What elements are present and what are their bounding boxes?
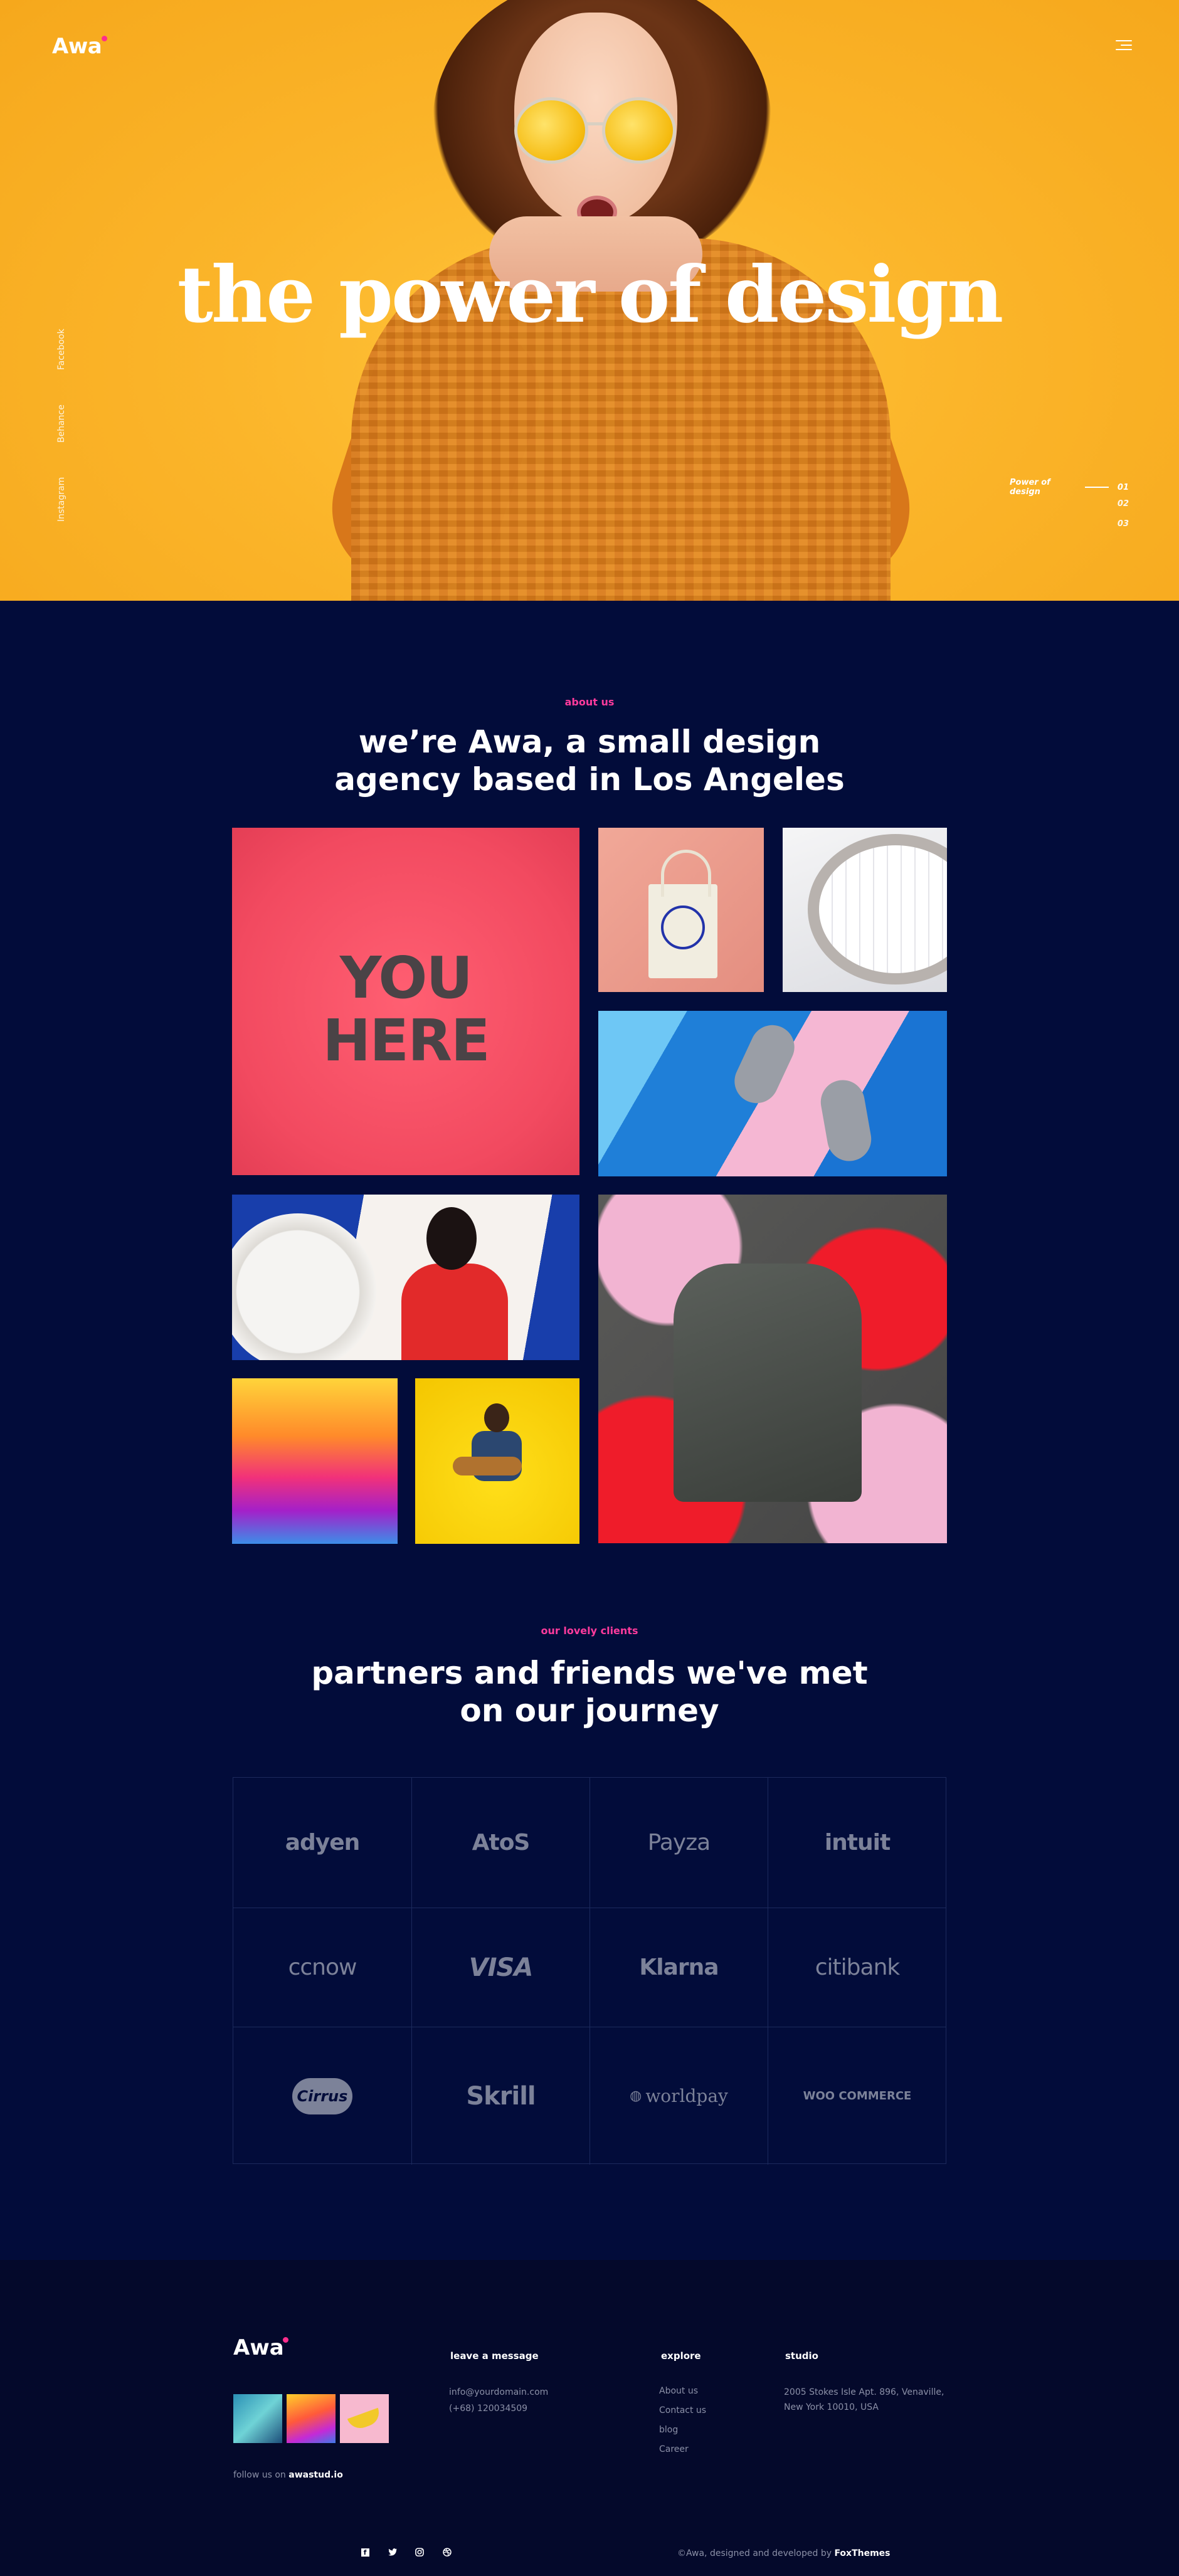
client-logo-visa[interactable]: VISA: [412, 1908, 590, 2027]
footer: [0, 2260, 1179, 2576]
about-title-line1: we’re Awa, a small design: [358, 724, 821, 760]
gallery-image-architecture[interactable]: [783, 828, 947, 992]
footer-link-career[interactable]: Career: [659, 2444, 689, 2454]
footer-link-contact[interactable]: Contact us: [659, 2405, 706, 2415]
about-label: about us: [564, 696, 615, 708]
social-link-instagram[interactable]: Instagram: [56, 477, 66, 522]
copyright-brand-link[interactable]: FoxThemes: [834, 2548, 890, 2558]
copyright: ©Awa, designed and developed by FoxTheme…: [677, 2548, 891, 2558]
slide-indicator[interactable]: 03: [1118, 519, 1129, 529]
footer-follow: follow us on awastud.io: [233, 2470, 343, 2480]
you-here-text: HERE: [322, 1007, 490, 1074]
client-logo-skrill[interactable]: Skrill: [412, 2027, 590, 2165]
footer-logo[interactable]: Awa: [233, 2335, 284, 2360]
hamburger-menu-icon[interactable]: [1116, 39, 1132, 51]
slide-active-line: [1085, 487, 1109, 488]
logo-dot: [102, 36, 107, 41]
client-logo-atos[interactable]: AtoS: [412, 1778, 590, 1908]
slide-number: 01: [1117, 482, 1129, 492]
footer-heading-message: leave a message: [450, 2350, 539, 2362]
gallery-image-frisbee[interactable]: [232, 1195, 579, 1360]
slide-number: 03: [1117, 519, 1129, 529]
client-logo-ccnow[interactable]: ccnow: [233, 1908, 412, 2027]
site-logo[interactable]: Awa: [52, 34, 102, 59]
footer-instagram-thumb[interactable]: [287, 2394, 336, 2443]
client-logo-worldpay[interactable]: ◍ worldpay: [590, 2027, 768, 2165]
slide-label: Power of design: [1010, 478, 1050, 497]
slide-number: 02: [1117, 499, 1129, 509]
client-logo-cirrus[interactable]: Cirrus: [233, 2027, 412, 2165]
dribbble-icon[interactable]: [441, 2547, 453, 2558]
hero-title: the power of design: [177, 250, 1004, 340]
twitter-icon[interactable]: [387, 2547, 398, 2558]
about-title-line2: agency based in Los Angeles: [334, 761, 845, 798]
client-logo-payza[interactable]: Payza: [590, 1778, 768, 1908]
you-here-text: YOU: [339, 944, 473, 1011]
client-logo-adyen[interactable]: adyen: [233, 1778, 412, 1908]
footer-email[interactable]: info@yourdomain.com: [449, 2387, 548, 2397]
gallery-image-jacket[interactable]: [598, 1195, 947, 1543]
worldpay-globe-icon: ◍: [630, 2088, 642, 2104]
gallery-image-socks[interactable]: [598, 1011, 947, 1176]
gallery-image-tote-bag[interactable]: [598, 828, 764, 992]
logo-dot: [283, 2337, 288, 2343]
footer-link-blog[interactable]: blog: [659, 2425, 678, 2435]
gallery-image-you-here[interactable]: YOU HERE: [232, 828, 579, 1175]
client-logo-klarna[interactable]: Klarna: [590, 1908, 768, 2027]
gallery-image-guitarist[interactable]: [415, 1378, 579, 1544]
hero-image-sunglasses: [514, 97, 588, 164]
instagram-icon[interactable]: [414, 2547, 425, 2558]
social-link-behance[interactable]: Behance: [56, 404, 66, 443]
client-logo-intuit[interactable]: intuit: [768, 1778, 946, 1908]
footer-phone[interactable]: (+68) 120034509: [449, 2404, 527, 2414]
social-link-facebook[interactable]: Facebook: [56, 329, 66, 370]
footer-address-line2: New York 10010, USA: [784, 2402, 879, 2412]
slide-indicator-active[interactable]: Power of design 01: [1010, 478, 1129, 497]
hero-image-sunglasses: [602, 97, 676, 164]
clients-title-line2: on our journey: [460, 1692, 719, 1729]
slide-indicator[interactable]: 02: [1118, 499, 1129, 509]
clients-title-line1: partners and friends we've met: [311, 1655, 868, 1691]
hero-image-glasses-bridge: [586, 122, 605, 125]
facebook-icon[interactable]: f: [359, 2547, 371, 2558]
footer-heading-explore: explore: [661, 2350, 701, 2362]
footer-instagram-thumb[interactable]: [233, 2394, 282, 2443]
footer-instagram-thumb[interactable]: [340, 2394, 389, 2443]
client-logo-woocommerce[interactable]: WOO COMMERCE: [768, 2027, 946, 2165]
client-logo-citibank[interactable]: citibank: [768, 1908, 946, 2027]
footer-link-about[interactable]: About us: [659, 2386, 698, 2396]
footer-heading-studio: studio: [785, 2350, 818, 2362]
footer-follow-handle[interactable]: awastud.io: [288, 2470, 343, 2480]
gallery-image-gradient-mountains[interactable]: [232, 1378, 398, 1544]
clients-grid: adyen AtoS Payza intuit ccnow VISA Klarn…: [233, 1777, 946, 2165]
clients-label: our lovely clients: [541, 1625, 638, 1637]
hero-section: the power of design Facebook Behance Ins…: [0, 0, 1179, 601]
footer-address-line1: 2005 Stokes Isle Apt. 896, Venaville,: [784, 2387, 944, 2397]
